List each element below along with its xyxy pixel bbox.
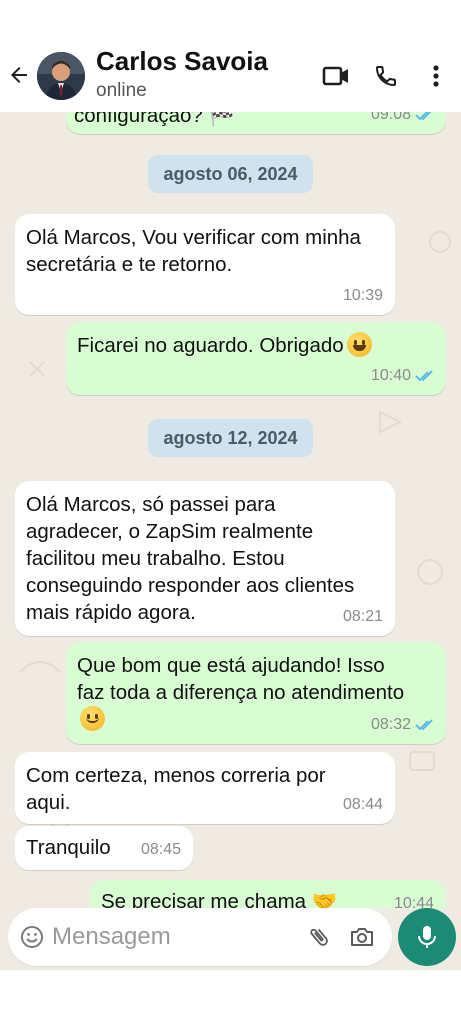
- message-bubble-incoming[interactable]: Olá Marcos, Vou verificar com minha secr…: [15, 214, 395, 315]
- phone-icon: [375, 66, 396, 87]
- grinning-face-emoji-icon: [346, 332, 372, 357]
- contact-name[interactable]: Carlos Savoia: [96, 46, 268, 77]
- message-time: 10:44: [393, 895, 434, 908]
- emoji-button[interactable]: [18, 923, 46, 951]
- message-meta: 10:40: [371, 362, 434, 389]
- message-time: 10:40: [370, 367, 411, 384]
- camera-button[interactable]: [348, 923, 376, 951]
- message-input-container[interactable]: [8, 908, 392, 966]
- message-bubble-incoming[interactable]: Olá Marcos, só passei para agradecer, o …: [15, 481, 395, 636]
- message-time: 09:08: [370, 112, 411, 123]
- chat-header: Carlos Savoia online: [0, 0, 461, 112]
- message-text: Ficarei no aguardo. Obrigado: [77, 334, 344, 357]
- attach-button[interactable]: [305, 923, 333, 951]
- message-time: 08:21: [342, 608, 383, 625]
- message-meta: 08:45: [141, 836, 181, 863]
- message-meta: 10:44: [394, 890, 434, 908]
- message-text: Que bom que está ajudando! Isso faz toda…: [77, 654, 405, 704]
- message-meta: 08:44: [343, 791, 383, 818]
- slightly-smiling-face-emoji-icon: [80, 706, 105, 731]
- message-time: 08:44: [342, 796, 383, 813]
- avatar[interactable]: [37, 52, 85, 100]
- read-ticks-icon: [415, 369, 433, 381]
- date-separator: agosto 12, 2024: [148, 419, 313, 457]
- read-ticks-icon: [415, 112, 431, 120]
- read-ticks-icon: [415, 718, 433, 730]
- mic-icon: [418, 926, 436, 948]
- message-text: Tranquilo: [26, 836, 111, 859]
- message-composer: [0, 908, 461, 970]
- message-bubble-incoming[interactable]: Com certeza, menos correria por aqui. 08…: [15, 752, 395, 824]
- emoji-icon: [21, 926, 43, 948]
- message-text: Olá Marcos, só passei para agradecer, o …: [26, 493, 355, 624]
- date-separator: agosto 06, 2024: [148, 155, 313, 193]
- message-text: configuração? 🏁: [74, 112, 235, 127]
- message-bubble-incoming[interactable]: Tranquilo 08:45: [15, 826, 193, 870]
- message-text: Olá Marcos, Vou verificar com minha secr…: [26, 226, 361, 276]
- message-text: Se precisar me chama 🤝: [101, 890, 338, 908]
- bottom-area: [0, 970, 461, 1024]
- more-options-button[interactable]: [420, 60, 452, 92]
- camera-icon: [351, 928, 373, 946]
- message-bubble-outgoing[interactable]: configuração? 🏁 09:08: [66, 112, 446, 134]
- message-bubble-outgoing[interactable]: Que bom que está ajudando! Isso faz toda…: [66, 642, 446, 744]
- message-bubble-outgoing[interactable]: Ficarei no aguardo. Obrigado 10:40: [66, 322, 446, 395]
- message-bubble-outgoing[interactable]: Se precisar me chama 🤝 10:44: [90, 880, 446, 908]
- voice-call-button[interactable]: [370, 60, 402, 92]
- video-call-icon: [322, 66, 348, 86]
- message-list[interactable]: configuração? 🏁 09:08 agosto 06, 2024 Ol…: [0, 112, 461, 908]
- contact-status: online: [96, 80, 147, 101]
- message-meta: 09:08: [371, 112, 434, 128]
- message-time: 08:45: [140, 841, 181, 858]
- message-meta: 08:32: [371, 711, 434, 738]
- back-button[interactable]: [4, 58, 34, 92]
- message-meta: 08:21: [343, 603, 383, 630]
- video-call-button[interactable]: [320, 60, 352, 92]
- back-arrow-icon: [11, 67, 27, 83]
- mic-button[interactable]: [398, 908, 456, 966]
- message-input[interactable]: [52, 916, 292, 958]
- message-time: 08:32: [370, 716, 411, 733]
- message-meta: 10:39: [343, 282, 383, 309]
- more-vert-icon: [433, 65, 439, 87]
- message-text: Com certeza, menos correria por aqui.: [26, 764, 326, 814]
- message-time: 10:39: [342, 287, 383, 304]
- attach-icon: [310, 928, 328, 946]
